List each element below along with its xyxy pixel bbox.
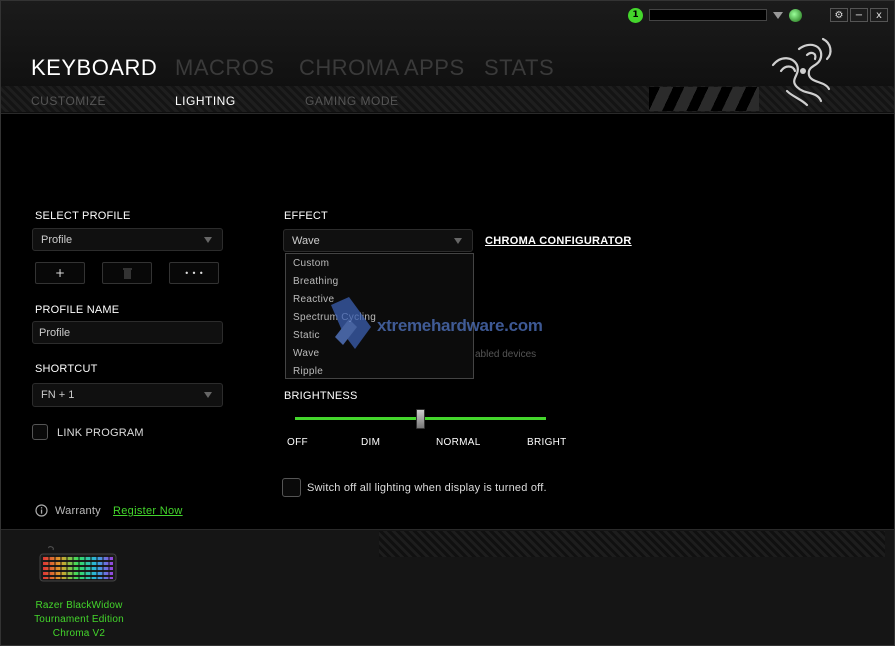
brightness-slider-thumb[interactable] — [416, 409, 425, 429]
tick-normal: NORMAL — [436, 437, 481, 448]
razer-logo-icon — [771, 37, 832, 107]
display-off-label: Switch off all lighting when display is … — [307, 482, 547, 494]
add-profile-button[interactable]: + — [35, 262, 85, 284]
info-icon — [35, 504, 48, 517]
profile-select[interactable]: Profile — [32, 228, 223, 251]
shortcut-label: SHORTCUT — [35, 363, 98, 375]
device-name-line-2: Tournament Edition — [34, 614, 124, 625]
effect-select-value: Wave — [292, 234, 320, 247]
device-name[interactable]: Razer BlackWidow Tournament Edition Chro… — [21, 599, 137, 641]
keyboard-device-icon[interactable] — [39, 546, 117, 586]
more-options-button[interactable]: • • • — [169, 262, 219, 284]
link-program-label: LINK PROGRAM — [57, 427, 144, 439]
tick-off: OFF — [287, 437, 308, 448]
trash-icon — [122, 267, 132, 279]
tab-macros[interactable]: MACROS — [175, 55, 275, 81]
brightness-label: BRIGHTNESS — [284, 390, 358, 402]
watermark-logo-icon — [331, 297, 371, 349]
tab-chroma-apps[interactable]: CHROMA APPS — [299, 55, 465, 81]
header-stripes — [649, 87, 759, 111]
profile-select-value: Profile — [41, 233, 73, 246]
header: 1 ⚙ − x KEYBOARD MACROS CHROMA APPS STAT… — [1, 1, 894, 114]
window-controls: ⚙ − x — [830, 8, 888, 22]
chroma-configurator-link[interactable]: CHROMA CONFIGURATOR — [485, 235, 632, 247]
register-now-link[interactable]: Register Now — [113, 505, 183, 517]
display-off-checkbox[interactable] — [282, 478, 301, 497]
device-name-line-3: Chroma V2 — [52, 628, 106, 639]
watermark-text: xtremehardware.com — [377, 316, 543, 335]
shortcut-select[interactable]: FN + 1 — [32, 383, 223, 407]
effect-option-ripple[interactable]: Ripple — [286, 362, 473, 380]
titlebar: 1 ⚙ − x — [628, 7, 888, 23]
chevron-down-icon — [454, 237, 462, 244]
effect-option-custom[interactable]: Custom — [286, 254, 473, 272]
effect-option-breathing[interactable]: Breathing — [286, 272, 473, 290]
tab-keyboard[interactable]: KEYBOARD — [31, 55, 157, 81]
effect-select[interactable]: Wave — [283, 229, 473, 252]
devices-partial-text: abled devices — [475, 349, 537, 360]
chevron-down-icon — [204, 392, 212, 398]
effect-label: EFFECT — [284, 210, 328, 222]
account-dropdown-icon[interactable] — [773, 11, 783, 19]
chevron-down-icon — [204, 236, 212, 243]
header-pattern — [1, 86, 894, 112]
notification-badge[interactable]: 1 — [628, 7, 643, 23]
delete-profile-button[interactable] — [102, 262, 152, 284]
shortcut-value: FN + 1 — [41, 389, 75, 401]
profile-name-label: PROFILE NAME — [35, 304, 120, 316]
warranty-label: Warranty — [55, 505, 101, 517]
account-field[interactable] — [649, 9, 767, 21]
device-name-line-1: Razer BlackWidow — [35, 600, 123, 611]
subtab-lighting[interactable]: LIGHTING — [175, 94, 236, 108]
profile-name-input[interactable]: Profile — [32, 321, 223, 344]
tick-dim: DIM — [361, 437, 381, 448]
link-program-checkbox[interactable] — [32, 424, 48, 440]
minimize-button[interactable]: − — [850, 8, 868, 22]
settings-button[interactable]: ⚙ — [830, 8, 848, 22]
tab-stats[interactable]: STATS — [484, 55, 554, 81]
effect-option-reactive[interactable]: Reactive — [286, 290, 473, 308]
razer-synapse-window: 1 ⚙ − x KEYBOARD MACROS CHROMA APPS STAT… — [0, 0, 895, 646]
subtab-gaming-mode[interactable]: GAMING MODE — [305, 94, 399, 108]
tick-bright: BRIGHT — [527, 437, 567, 448]
select-profile-label: SELECT PROFILE — [35, 210, 131, 222]
close-button[interactable]: x — [870, 8, 888, 22]
effect-option-wave[interactable]: Wave — [286, 344, 473, 362]
subtab-customize[interactable]: CUSTOMIZE — [31, 94, 106, 108]
footer-pattern — [379, 531, 885, 557]
online-status-icon[interactable] — [789, 8, 802, 22]
